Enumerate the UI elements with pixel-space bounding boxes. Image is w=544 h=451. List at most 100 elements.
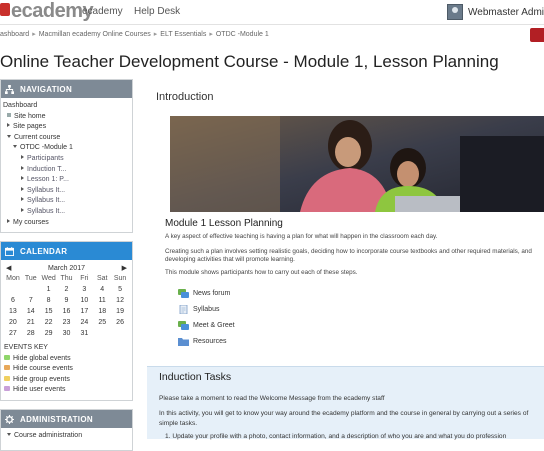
- breadcrumb-item-module[interactable]: OTDC -Module 1: [216, 31, 269, 38]
- nav-item-course[interactable]: OTDC -Module 1: [3, 143, 130, 154]
- induction-line-4: 1. Update your profile with a photo, con…: [165, 433, 507, 440]
- nav-item-site-home[interactable]: Site home: [3, 112, 130, 123]
- gear-icon: [5, 414, 14, 424]
- prev-month-icon[interactable]: ◀: [6, 264, 11, 272]
- activity-news-forum[interactable]: News forum: [178, 289, 230, 298]
- calendar-day[interactable]: 4: [93, 285, 111, 294]
- calendar-day[interactable]: 31: [75, 329, 93, 338]
- nav-item-syllabus-2[interactable]: Syllabus It...: [3, 196, 130, 207]
- induction-title: Induction Tasks: [159, 371, 232, 383]
- navigation-title: NAVIGATION: [20, 84, 73, 94]
- calendar-day[interactable]: 24: [75, 318, 93, 327]
- nav-item-label: Syllabus It...: [27, 197, 66, 205]
- nav-item-course-admin[interactable]: Course administration: [1, 428, 132, 443]
- expand-arrow-icon: [7, 123, 10, 128]
- event-toggle[interactable]: Hide group events: [4, 375, 129, 386]
- nav-item-dashboard[interactable]: Dashboard: [3, 101, 130, 112]
- calendar-day[interactable]: 14: [22, 307, 40, 316]
- calendar-block: CALENDAR ◀ March 2017 ▶ Mon Tue Wed Thu Fri S…: [0, 241, 133, 401]
- next-month-icon[interactable]: ▶: [122, 264, 127, 272]
- nav-item-label: Lesson 1: P...: [27, 176, 69, 184]
- calendar-day[interactable]: 16: [58, 307, 76, 316]
- nav-item-syllabus-1[interactable]: Syllabus It...: [3, 186, 130, 197]
- induction-line-3: simple tasks.: [159, 420, 198, 427]
- calendar-day[interactable]: 1: [40, 285, 58, 294]
- breadcrumb-item-dashboard[interactable]: ashboard: [0, 31, 29, 38]
- nav-item-induction[interactable]: Induction T...: [3, 165, 130, 176]
- calendar-day[interactable]: 17: [75, 307, 93, 316]
- calendar-day[interactable]: 25: [93, 318, 111, 327]
- calendar-day-header: Mon: [6, 275, 20, 282]
- nav-item-syllabus-3[interactable]: Syllabus It...: [3, 207, 130, 218]
- activity-meet-greet[interactable]: Meet & Greet: [178, 321, 235, 330]
- event-toggle[interactable]: Hide global events: [4, 354, 129, 365]
- calendar-day[interactable]: 10: [75, 296, 93, 305]
- calendar-day[interactable]: 19: [111, 307, 129, 316]
- calendar-day-header: Sat: [96, 275, 108, 282]
- breadcrumb-item-elt-essentials[interactable]: ELT Essentials: [160, 31, 206, 38]
- activity-resources[interactable]: Resources: [178, 337, 226, 346]
- administration-header[interactable]: ADMINISTRATION: [1, 410, 132, 428]
- activity-label: News forum: [193, 290, 231, 297]
- event-toggle[interactable]: Hide user events: [4, 385, 129, 396]
- nav-item-label: Site home: [14, 112, 46, 120]
- nav-item-lesson-1[interactable]: Lesson 1: P...: [3, 175, 130, 186]
- expand-arrow-icon: [7, 218, 10, 223]
- user-menu[interactable]: Webmaster Admi: [447, 3, 544, 21]
- calendar-day[interactable]: 5: [111, 285, 129, 294]
- activity-syllabus[interactable]: Syllabus: [178, 305, 219, 314]
- nav-item-label: Site pages: [13, 123, 47, 131]
- calendar-day[interactable]: 26: [111, 318, 129, 327]
- calendar-day[interactable]: 12: [111, 296, 129, 305]
- intro-paragraph-3: This module shows participants how to ca…: [165, 269, 358, 276]
- calendar-day[interactable]: 8: [40, 296, 58, 305]
- calendar-day[interactable]: 30: [58, 329, 76, 338]
- nav-item-current-course[interactable]: Current course: [3, 133, 130, 144]
- calendar-header[interactable]: CALENDAR: [1, 242, 132, 260]
- nav-item-my-courses[interactable]: My courses: [3, 218, 130, 229]
- nav-link-help-desk[interactable]: Help Desk: [134, 6, 180, 17]
- calendar-day[interactable]: 9: [58, 296, 76, 305]
- calendar-day[interactable]: 22: [40, 318, 58, 327]
- calendar-empty-cell: [4, 285, 22, 294]
- forum-icon: [178, 321, 189, 330]
- calendar-empty-cell: [93, 329, 111, 338]
- breadcrumb-separator: ▸: [209, 31, 213, 38]
- event-toggle-label: Hide user events: [13, 386, 66, 393]
- navigation-header[interactable]: NAVIGATION: [1, 80, 132, 98]
- calendar-day-header: Sun: [113, 275, 127, 282]
- calendar-day[interactable]: 28: [22, 329, 40, 338]
- turn-editing-button[interactable]: [530, 28, 544, 42]
- nav-link-ecademy[interactable]: ecademy: [82, 6, 123, 17]
- top-bar: ecademy ecademy Help Desk Webmaster Admi: [0, 0, 544, 25]
- nav-item-participants[interactable]: Participants: [3, 154, 130, 165]
- expand-arrow-icon: [21, 165, 24, 170]
- calendar-day[interactable]: 2: [58, 285, 76, 294]
- intro-paragraph-1: A key aspect of effective teaching is ha…: [165, 233, 438, 240]
- ecademy-logo[interactable]: ecademy: [0, 0, 94, 22]
- calendar-day[interactable]: 29: [40, 329, 58, 338]
- breadcrumb-item-online-courses[interactable]: Macmillan ecademy Online Courses: [39, 31, 151, 38]
- calendar-day[interactable]: 3: [75, 285, 93, 294]
- calendar-day[interactable]: 11: [93, 296, 111, 305]
- calendar-day[interactable]: 21: [22, 318, 40, 327]
- calendar-day[interactable]: 6: [4, 296, 22, 305]
- nav-item-site-pages[interactable]: Site pages: [3, 122, 130, 133]
- user-name: Webmaster Admi: [468, 6, 544, 18]
- collapse-arrow-icon: [7, 134, 11, 138]
- event-toggle[interactable]: Hide course events: [4, 364, 129, 375]
- logo-mark-icon: [0, 3, 10, 16]
- calendar-day[interactable]: 18: [93, 307, 111, 316]
- calendar-day[interactable]: 7: [22, 296, 40, 305]
- nav-item-label: Participants: [27, 154, 64, 162]
- calendar-day[interactable]: 20: [4, 318, 22, 327]
- intro-paragraph-2b: developing activities that will promote …: [165, 256, 295, 263]
- avatar: [447, 4, 464, 20]
- calendar-day[interactable]: 13: [4, 307, 22, 316]
- calendar-day[interactable]: 23: [58, 318, 76, 327]
- calendar-empty-cell: [22, 285, 40, 294]
- expand-arrow-icon: [21, 207, 24, 212]
- calendar-day[interactable]: 27: [4, 329, 22, 338]
- calendar-day[interactable]: 15: [40, 307, 58, 316]
- folder-icon: [178, 338, 189, 346]
